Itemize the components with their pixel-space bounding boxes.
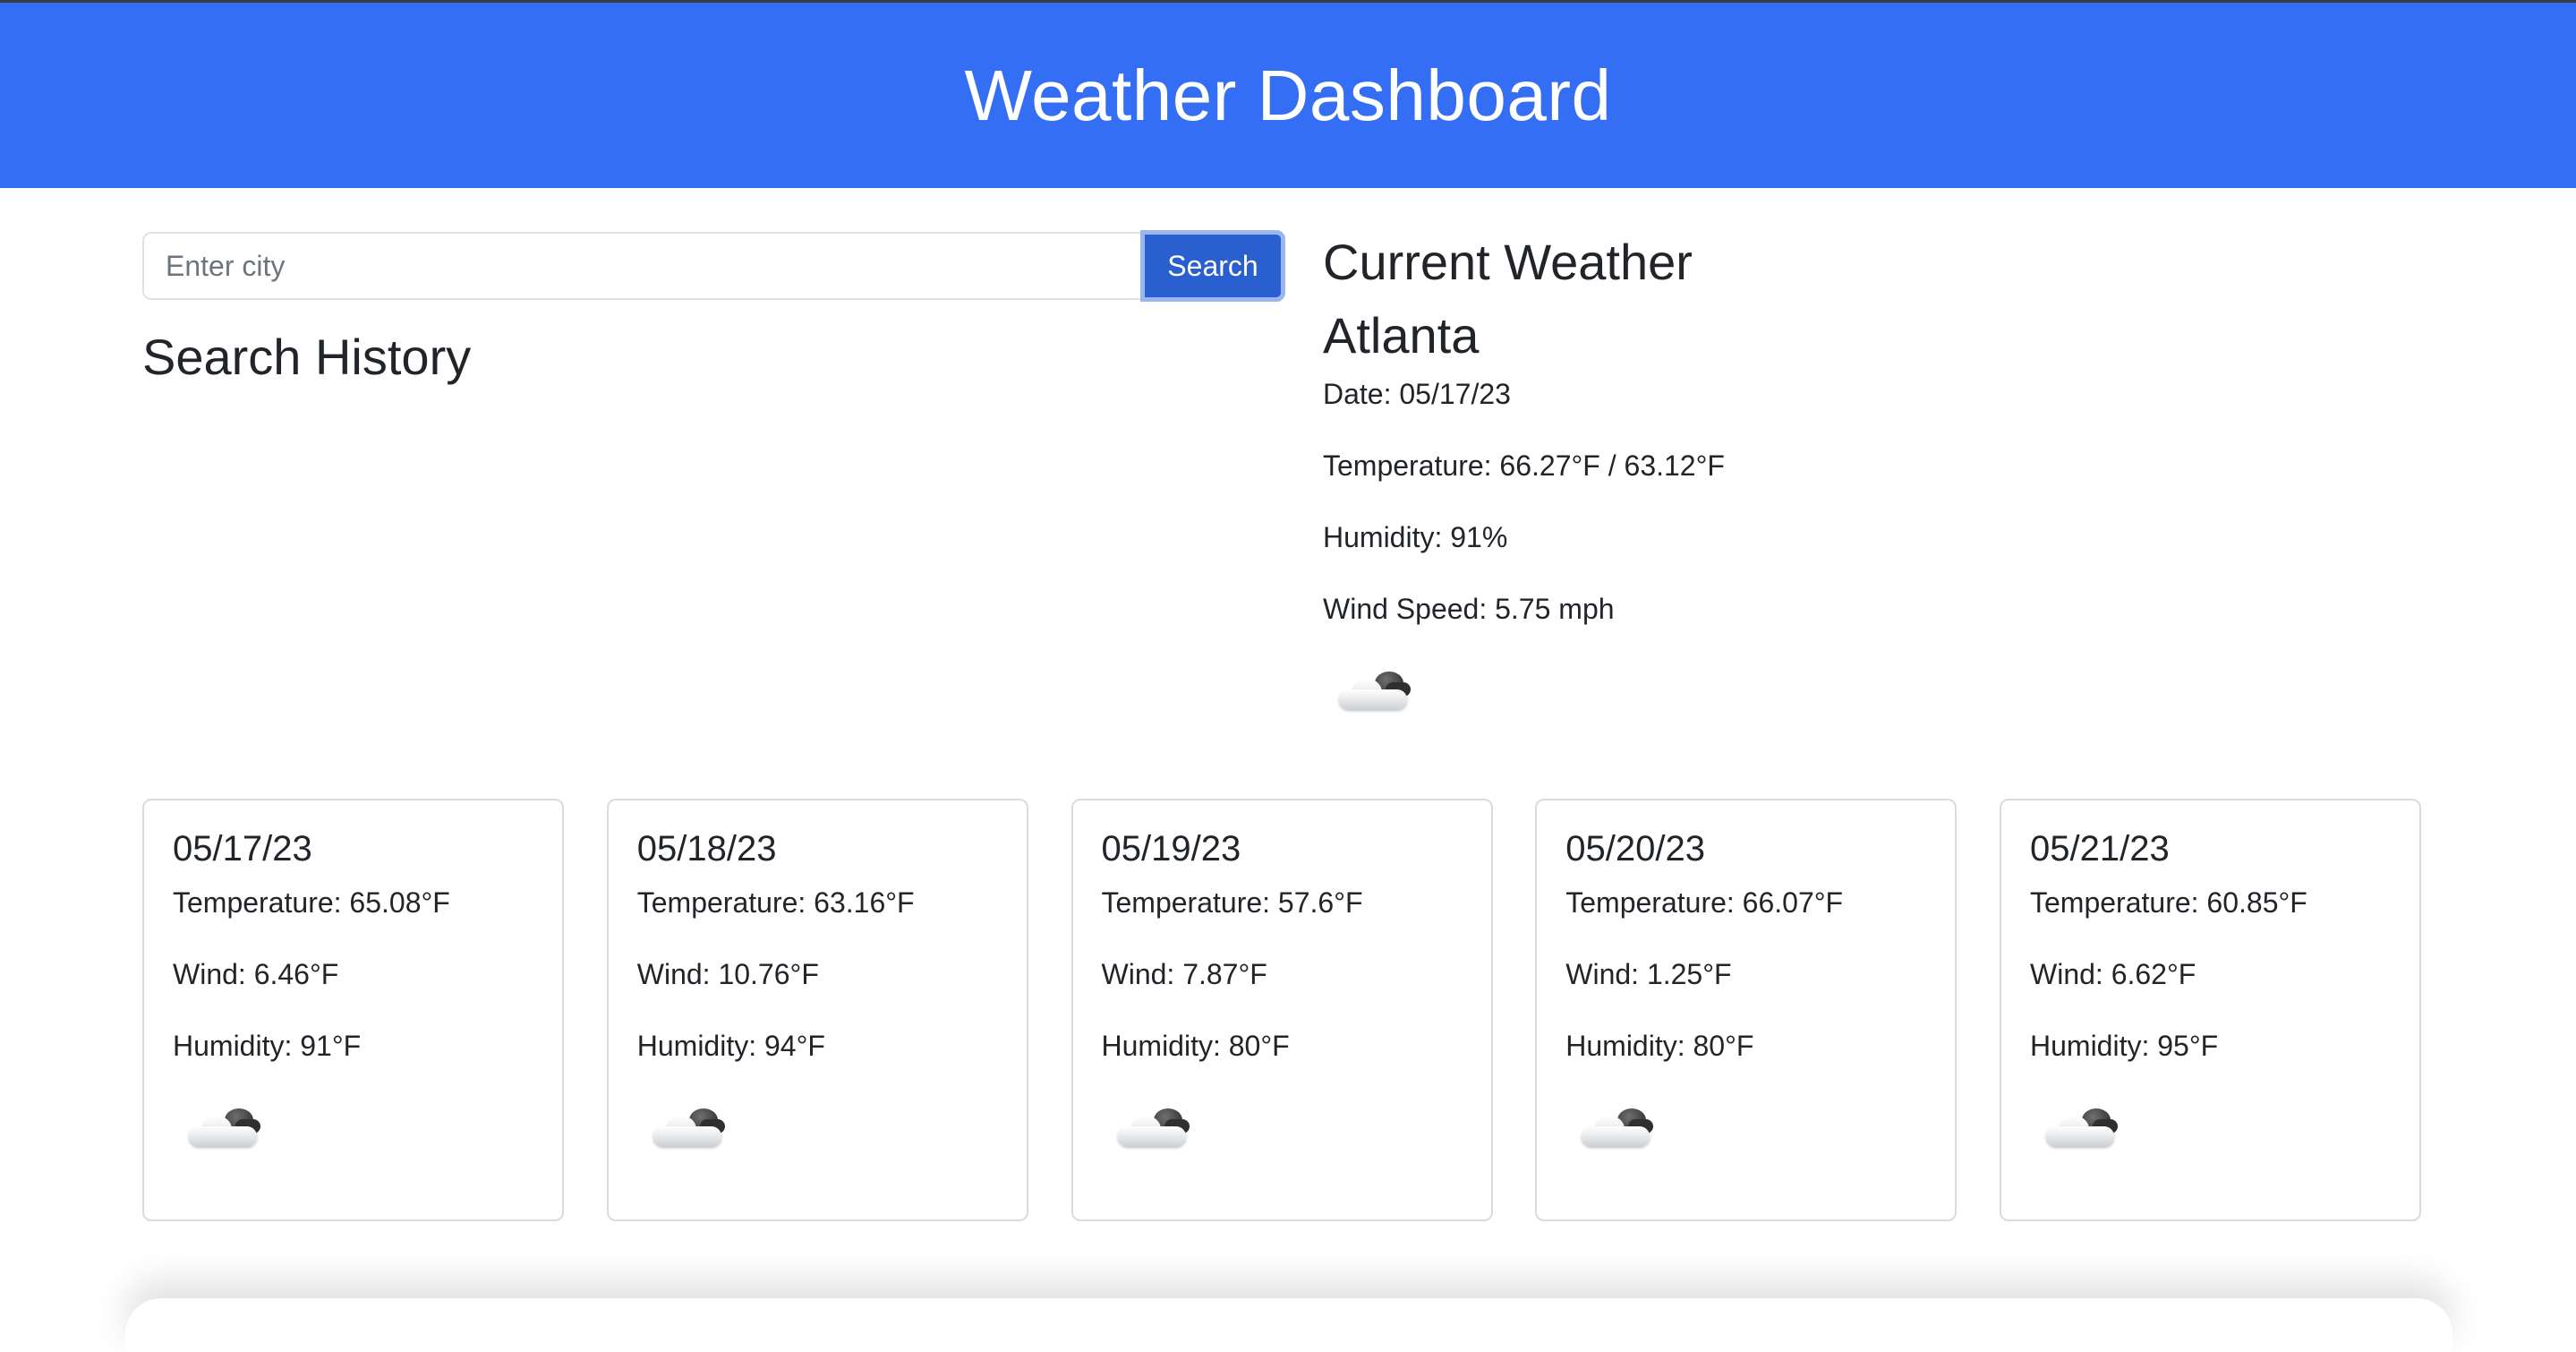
current-wind-speed: Wind Speed: 5.75 mph	[1323, 593, 1615, 625]
forecast-wind: Wind: 7.87°F	[1101, 958, 1267, 990]
forecast-humidity: Humidity: 80°F	[1101, 1030, 1290, 1062]
forecast-humidity: Humidity: 80°F	[1565, 1030, 1754, 1062]
current-date: Date: 05/17/23	[1323, 378, 1511, 410]
forecast-wind: Wind: 6.62°F	[2030, 958, 2196, 990]
forecast-humidity: Humidity: 91°F	[173, 1030, 362, 1062]
forecast-card: 05/19/23 Temperature: 57.6°F Wind: 7.87°…	[1070, 799, 1493, 1221]
five-day-forecast: 05/17/23 Temperature: 65.08°F Wind: 6.46…	[142, 799, 2421, 1221]
cloudy-icon	[1573, 1103, 1654, 1157]
forecast-date: 05/20/23	[1565, 829, 1705, 869]
forecast-card: 05/18/23 Temperature: 63.16°F Wind: 10.7…	[606, 799, 1028, 1221]
current-humidity: Humidity: 91%	[1323, 521, 1508, 553]
footer-edge	[125, 1298, 2452, 1352]
forecast-wind: Wind: 6.46°F	[173, 958, 339, 990]
page-title: Weather Dashboard	[964, 55, 1612, 135]
cloudy-icon	[180, 1103, 260, 1157]
forecast-temperature: Temperature: 66.07°F	[1565, 886, 1844, 919]
current-weather-panel: Current Weather Atlanta Date: 05/17/23 T…	[1323, 231, 1725, 720]
city-search-input[interactable]	[142, 232, 1140, 300]
forecast-date: 05/17/23	[173, 829, 312, 869]
current-weather-heading: Current Weather	[1323, 234, 1693, 290]
forecast-temperature: Temperature: 60.85°F	[2030, 886, 2307, 919]
forecast-card: 05/17/23 Temperature: 65.08°F Wind: 6.46…	[142, 799, 564, 1221]
forecast-humidity: Humidity: 94°F	[636, 1030, 825, 1062]
current-temperature: Temperature: 66.27°F / 63.12°F	[1323, 449, 1725, 482]
forecast-temperature: Temperature: 57.6°F	[1101, 886, 1363, 919]
cloudy-icon	[1330, 666, 1411, 720]
search-history-title: Search History	[142, 329, 472, 385]
cloudy-icon	[644, 1103, 725, 1157]
search-button[interactable]: Search	[1140, 230, 1285, 302]
forecast-date: 05/21/23	[2030, 829, 2170, 869]
forecast-temperature: Temperature: 65.08°F	[173, 886, 450, 919]
forecast-date: 05/18/23	[636, 829, 777, 869]
current-city-name: Atlanta	[1323, 307, 1480, 364]
cloudy-icon	[2037, 1103, 2118, 1157]
forecast-temperature: Temperature: 63.16°F	[636, 886, 915, 919]
cloudy-icon	[1109, 1103, 1190, 1157]
forecast-card: 05/21/23 Temperature: 60.85°F Wind: 6.62…	[2000, 799, 2421, 1221]
forecast-date: 05/19/23	[1101, 829, 1241, 869]
forecast-humidity: Humidity: 95°F	[2030, 1030, 2219, 1062]
forecast-wind: Wind: 1.25°F	[1565, 958, 1732, 990]
page-header: Weather Dashboard	[0, 3, 2576, 188]
search-form: Search	[142, 230, 1285, 302]
forecast-card: 05/20/23 Temperature: 66.07°F Wind: 1.25…	[1535, 799, 1958, 1221]
forecast-wind: Wind: 10.76°F	[636, 958, 819, 990]
